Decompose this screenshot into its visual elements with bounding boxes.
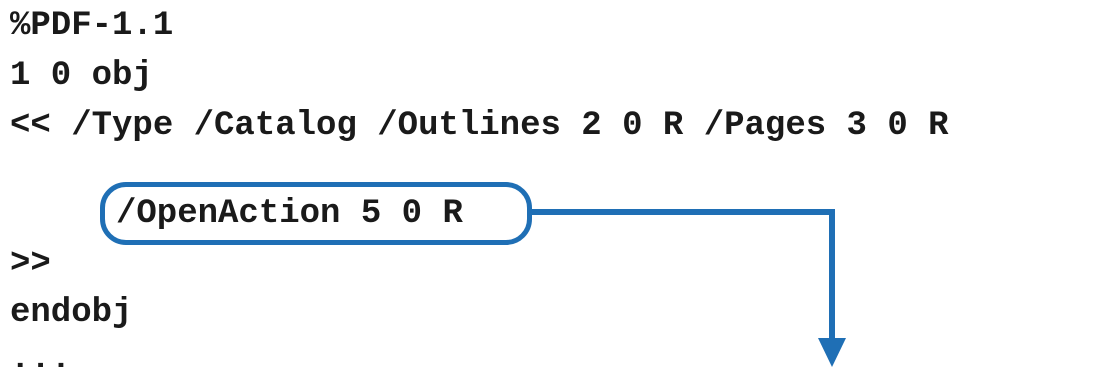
connector-line	[532, 209, 835, 340]
code-line-catalog: << /Type /Catalog /Outlines 2 0 R /Pages…	[10, 107, 949, 145]
code-line-endobj: endobj	[10, 294, 133, 332]
code-line-ellipsis: ...	[10, 341, 72, 367]
arrow-head-icon	[818, 338, 846, 367]
code-line-dict-close: >>	[10, 245, 51, 283]
open-action-entry: /OpenAction 5 0 R	[116, 195, 463, 233]
code-line-obj: 1 0 obj	[10, 57, 153, 95]
code-line-header: %PDF-1.1	[10, 7, 174, 45]
pdf-code-diagram: %PDF-1.1 1 0 obj << /Type /Catalog /Outl…	[0, 0, 1101, 367]
